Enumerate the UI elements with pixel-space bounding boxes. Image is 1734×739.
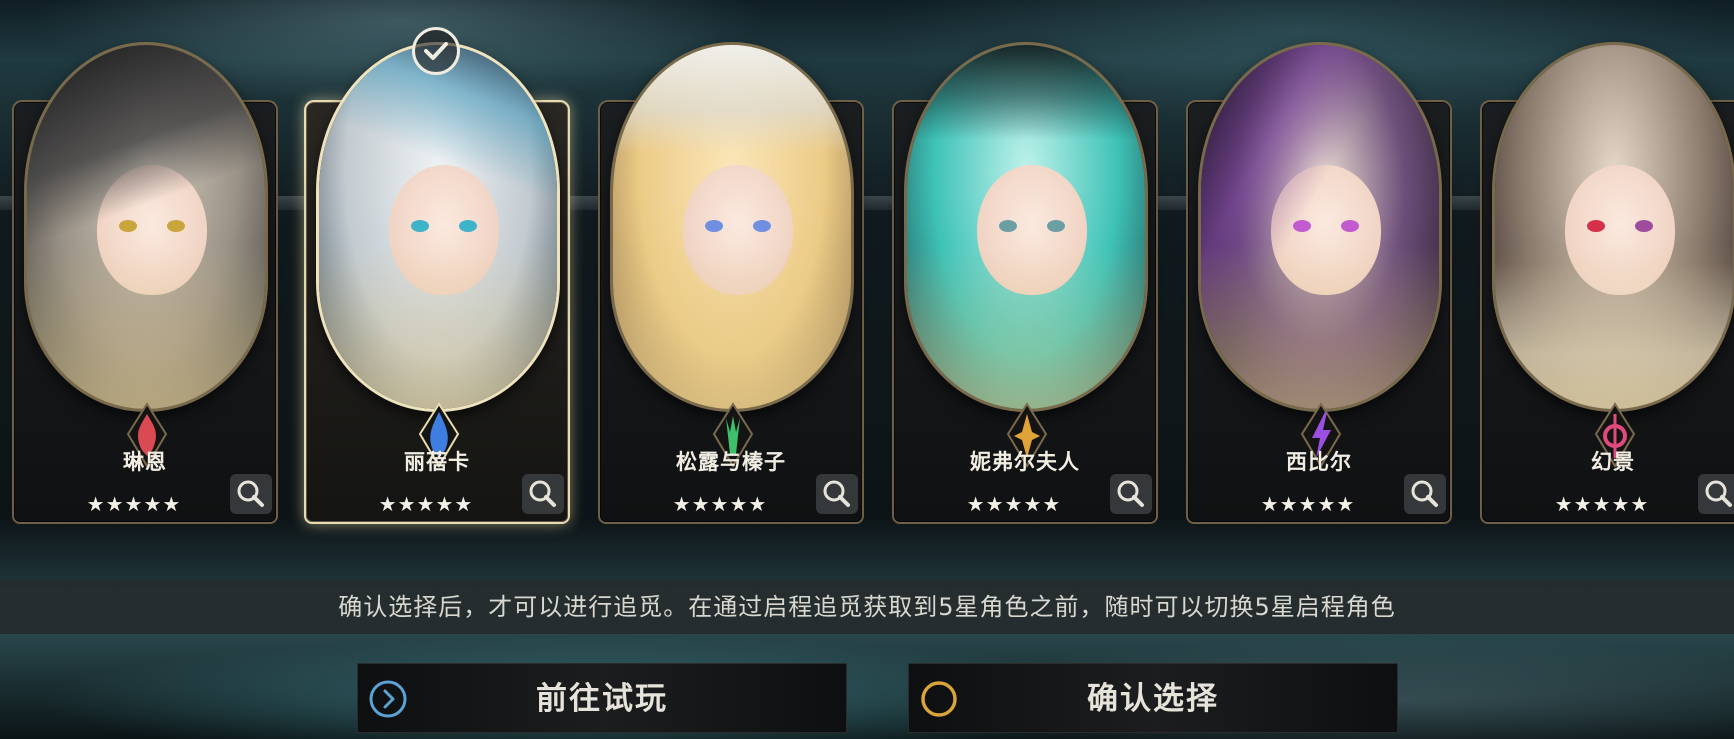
rarity-stars: ★★★★★ (672, 492, 768, 516)
rarity-stars: ★★★★★ (86, 492, 182, 516)
character-portrait (24, 42, 268, 412)
rarity-stars: ★★★★★ (966, 492, 1062, 516)
character-card-2[interactable]: 松露与榛子 ★★★★★ (598, 42, 864, 524)
character-portrait (904, 42, 1148, 412)
character-portrait (610, 42, 854, 412)
rarity-stars: ★★★★★ (1260, 492, 1356, 516)
character-card-4[interactable]: 西比尔 ★★★★★ (1186, 42, 1452, 524)
character-card-1[interactable]: 丽蓓卡 ★★★★★ (304, 42, 570, 524)
character-name: 妮弗尔夫人 (970, 450, 1080, 474)
zoom-button[interactable] (522, 474, 564, 514)
character-card-5[interactable]: 幻景 ★★★★★ (1480, 42, 1734, 524)
confirm-button[interactable]: 确认选择 (908, 663, 1398, 733)
character-list: 琳恩 ★★★★★ 丽蓓卡 ★★★★★ 松露与榛子 ★★★★★ 妮弗尔夫人 ★★★… (0, 40, 1734, 530)
magnifier-icon (529, 480, 556, 507)
magnifier-icon (1705, 480, 1732, 507)
zoom-button[interactable] (1110, 474, 1152, 514)
magnifier-icon (237, 480, 264, 507)
zoom-button[interactable] (230, 474, 272, 514)
zoom-button[interactable] (816, 474, 858, 514)
character-name: 西比尔 (1286, 450, 1352, 474)
character-card-3[interactable]: 妮弗尔夫人 ★★★★★ (892, 42, 1158, 524)
selected-check-icon (412, 27, 460, 75)
trial-button[interactable]: 前往试玩 (357, 663, 847, 733)
confirm-button-label: 确认选择 (1087, 681, 1219, 717)
character-name: 丽蓓卡 (404, 450, 470, 474)
character-name: 琳恩 (123, 450, 167, 474)
zoom-button[interactable] (1404, 474, 1446, 514)
magnifier-icon (1117, 480, 1144, 507)
character-name: 幻景 (1591, 450, 1635, 474)
character-portrait (1492, 42, 1734, 412)
character-card-0[interactable]: 琳恩 ★★★★★ (12, 42, 278, 524)
magnifier-icon (1411, 480, 1438, 507)
character-portrait (316, 42, 560, 412)
trial-button-label: 前往试玩 (536, 681, 668, 717)
selection-notice: 确认选择后，才可以进行追觅。在通过启程追觅获取到5星角色之前，随时可以切换5星启… (0, 580, 1734, 634)
character-name: 松露与榛子 (676, 450, 786, 474)
rarity-stars: ★★★★★ (1554, 492, 1650, 516)
character-portrait (1198, 42, 1442, 412)
zoom-button[interactable] (1698, 474, 1734, 514)
magnifier-icon (823, 480, 850, 507)
rarity-stars: ★★★★★ (378, 492, 474, 516)
